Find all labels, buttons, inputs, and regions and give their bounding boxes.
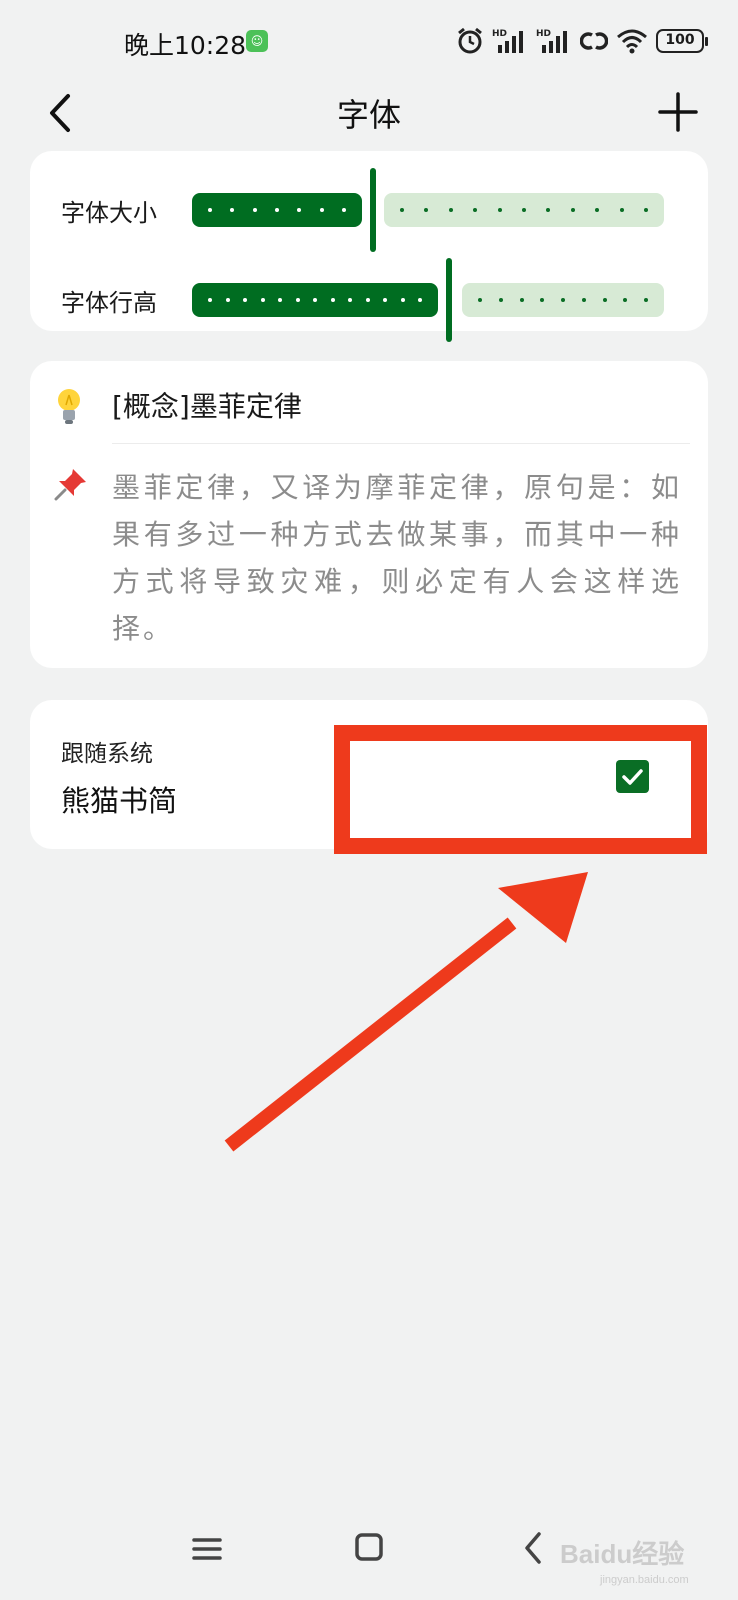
wifi-icon [617,29,647,54]
svg-text:HD: HD [536,29,551,39]
font-size-label: 字体大小 [61,199,157,227]
preview-title: [概念]墨菲定律 [112,390,302,423]
signal-icon-2: HD [536,29,567,53]
line-height-label: 字体行高 [61,289,157,317]
line-height-track-empty[interactable] [462,283,664,317]
svg-text:HD: HD [492,29,507,39]
font-size-row: 字体大小 [30,165,708,255]
annotation-highlight-box [334,725,707,854]
watermark: Baidu经验 [560,1539,685,1569]
line-height-slider-thumb[interactable] [446,258,452,342]
font-size-slider-thumb[interactable] [370,168,376,252]
font-preview-card: [概念]墨菲定律 墨菲定律，又译为摩菲定律，原句是：如果有多过一种方式去做某事，… [30,361,708,668]
font-option-sublabel: 跟随系统 [61,741,153,767]
page-title: 字体 [336,96,401,134]
divider [112,443,690,444]
font-option-name: 熊猫书简 [61,784,178,818]
alarm-icon [458,27,482,54]
pushpin-icon [54,469,86,501]
battery-level: 100 [665,32,695,48]
signal-icon-1: HD [492,29,523,53]
link-icon [580,32,608,50]
watermark-url: jingyan.baidu.com [600,1574,689,1586]
battery-icon: 100 [656,29,708,53]
status-bar: 晚上10:28 ☺ HD HD 100 [0,0,738,86]
nav-back-icon[interactable] [522,1530,544,1566]
status-icons: HD HD 100 [456,24,708,58]
home-icon[interactable] [353,1530,385,1564]
font-size-track-filled[interactable] [192,193,362,227]
line-height-row: 字体行高 [30,255,708,345]
light-bulb-icon [58,389,80,424]
nav-header: 字体 [0,80,738,150]
add-icon[interactable] [658,86,698,138]
status-time: 晚上10:28 [124,31,247,60]
menu-icon[interactable] [190,1532,224,1566]
app-notification-icon: ☺ [246,30,268,52]
font-size-track-empty[interactable] [384,193,664,227]
preview-text: 墨菲定律，又译为摩菲定律，原句是：如果有多过一种方式去做某事，而其中一种方式将导… [112,471,682,645]
line-height-track-filled[interactable] [192,283,438,317]
font-settings-card: 字体大小 字体行高 [30,151,708,342]
